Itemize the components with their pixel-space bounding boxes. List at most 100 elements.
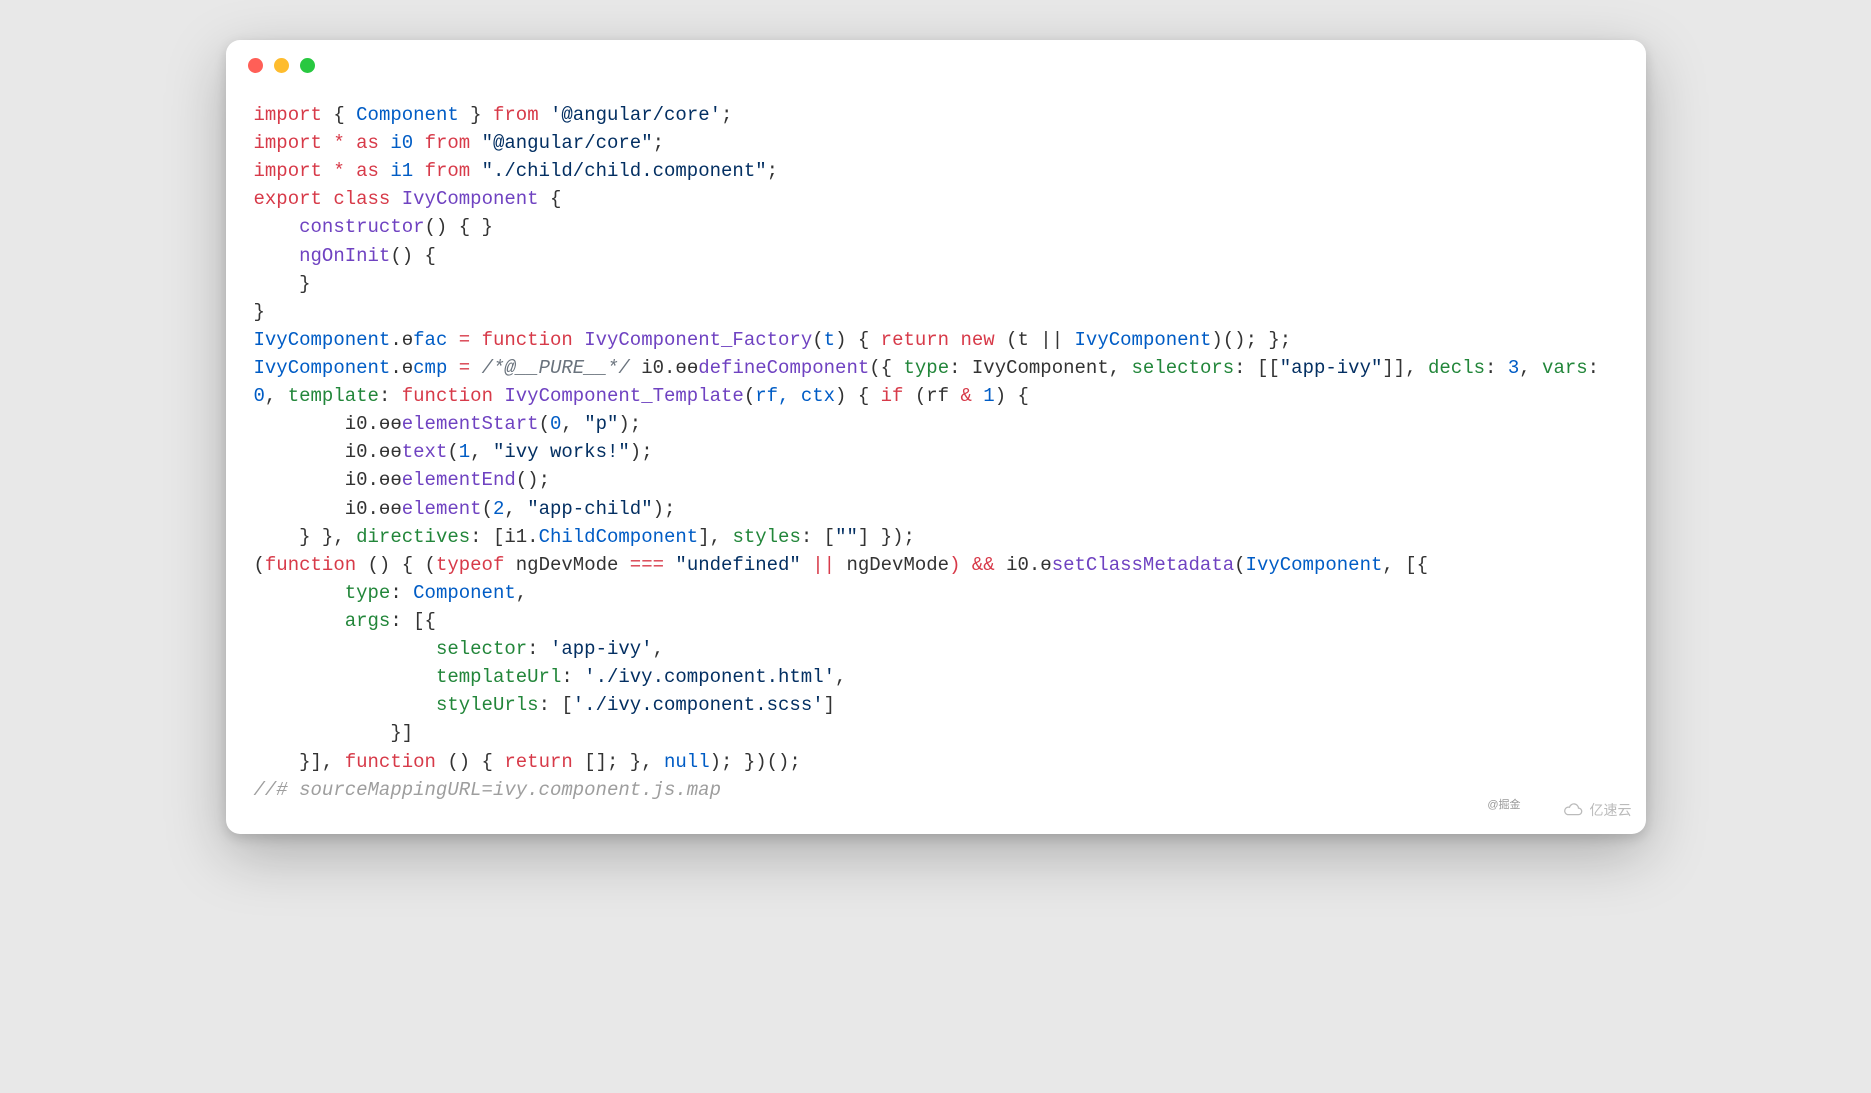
string: './ivy.component.html' [584,666,835,688]
kw-import: import [254,104,322,126]
ngOnInit: ngOnInit [254,245,391,267]
paren: ( [812,329,823,351]
args: rf, ctx [755,385,835,407]
comma: , [265,385,288,407]
dot: .ɵ [390,357,413,379]
kw-import: import [254,132,322,154]
close-icon[interactable] [248,58,263,73]
prop-selector: selector [254,638,528,660]
maximize-icon[interactable] [300,58,315,73]
id-i0: i0 [379,132,425,154]
num-2: 2 [493,498,504,520]
minimize-icon[interactable] [274,58,289,73]
open: ({ [869,357,903,379]
Component: Component [413,582,516,604]
num-1: 1 [459,441,470,463]
num-3: 3 [1508,357,1519,379]
kw-as: as [356,132,379,154]
paren: ) { [835,385,881,407]
kw-function: function [482,329,573,351]
brace: }] [254,722,414,744]
kw-function: function [265,554,356,576]
string-empty: "" [835,526,858,548]
kw-if: if [881,385,904,407]
dot: .ɵ [390,329,413,351]
string: '@angular/core' [550,104,721,126]
colon: : [379,385,402,407]
star: * [322,132,356,154]
arg-t: t [824,329,835,351]
ngDevMode: ngDevMode [504,554,629,576]
kw-from: from [425,132,471,154]
string: "app-ivy" [1280,357,1383,379]
val: : IvyComponent, [949,357,1131,379]
prop-template: template [288,385,379,407]
val: : [ [801,526,835,548]
colon: : [ [539,694,573,716]
constructor: constructor [254,216,425,238]
paren: ( [254,554,265,576]
comma: , [653,638,664,660]
string: './ivy.component.scss' [573,694,824,716]
setClassMetadata: setClassMetadata [1052,554,1234,576]
colon: : [1588,357,1611,379]
rest: (t || [995,329,1075,351]
cond: ) { [995,385,1029,407]
cmp: cmp [413,357,447,379]
pre: i0.ɵɵ [254,413,402,435]
close: ] [824,694,835,716]
close: ); [618,413,641,435]
kw-return: return [881,329,949,351]
eqeqeq: === [630,554,664,576]
kw-function: function [402,385,493,407]
comma: , [504,498,527,520]
window-titlebar [226,40,1646,81]
comma: , [561,413,584,435]
prop-type: type [254,582,391,604]
string: "undefined" [664,554,801,576]
element: element [402,498,482,520]
string: "./child/child.component" [470,160,766,182]
null: null [664,751,710,773]
colon: : [561,666,584,688]
kw-function: function [345,751,436,773]
defineComponent: defineComponent [698,357,869,379]
class-name: IvyComponent [402,188,539,210]
code-block: import { Component } from '@angular/core… [226,81,1646,834]
colon: : [390,582,413,604]
watermark-juejin: @掘金 [1487,796,1520,812]
pre: } }, [254,526,357,548]
num-1: 1 [983,385,994,407]
cond: (rf [903,385,960,407]
prop-args: args [254,610,391,632]
cloud-icon [1562,802,1584,818]
colon: : [1485,357,1508,379]
kw-class: class [333,188,390,210]
brace: } [254,301,265,323]
or: || [801,554,847,576]
eq: = [447,329,481,351]
paren: ( [447,441,458,463]
pre: }], [254,751,345,773]
i0: i0.ɵ [1006,554,1052,576]
watermark-yisu: 亿速云 [1562,800,1632,820]
source-map-comment: //# sourceMappingURL=ivy.component.js.ma… [254,779,721,801]
kw-import: import [254,160,322,182]
id-component: Component [356,104,459,126]
fn-name: IvyComponent_Template [493,385,744,407]
semi: ; [767,160,778,182]
pure-comment: /*@__PURE__*/ [482,357,630,379]
pre: i0.ɵɵ [254,469,402,491]
paren: () { ( [356,554,436,576]
pre: i0.ɵɵ [254,498,402,520]
text-fn: text [402,441,448,463]
paren: ( [482,498,493,520]
id-ivy: IvyComponent [1246,554,1383,576]
mid: ], [698,526,732,548]
id-ivy: IvyComponent [254,329,391,351]
code-window: import { Component } from '@angular/core… [226,40,1646,834]
kw-as: as [356,160,379,182]
string: "@angular/core" [470,132,652,154]
kw-export: export [254,188,322,210]
prop-styleUrls: styleUrls [254,694,539,716]
